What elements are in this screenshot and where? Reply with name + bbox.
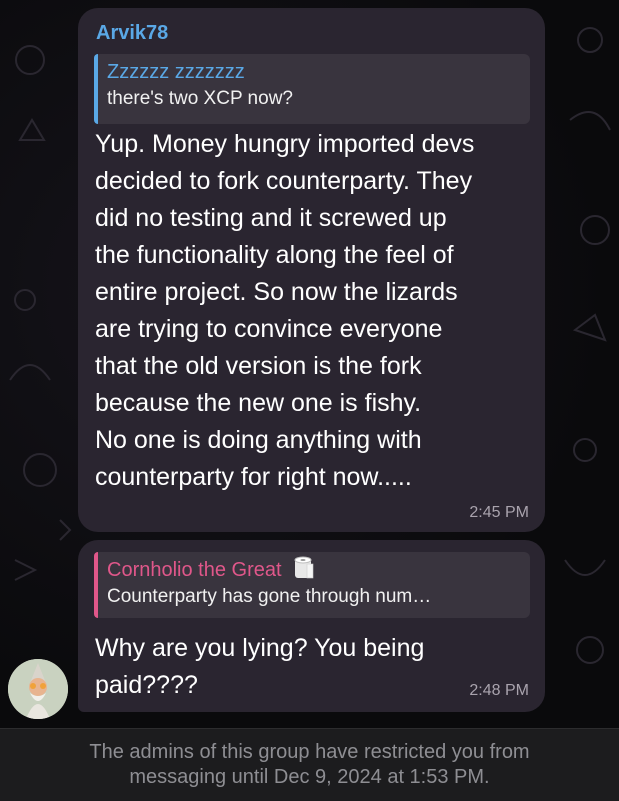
message-bubble[interactable]: Arvik78 Zzzzzz zzzzzzz there's two XCP n… — [78, 8, 545, 532]
chat-background: Arvik78 Zzzzzz zzzzzzz there's two XCP n… — [0, 0, 619, 728]
reply-text: Counterparty has gone through num… — [107, 586, 432, 607]
reply-author: Cornholio the Great — [107, 559, 282, 581]
sender-name[interactable]: Arvik78 — [96, 22, 168, 45]
message-time: 2:48 PM — [469, 682, 529, 699]
reply-quote[interactable]: Cornholio the Great Counterparty has gon… — [94, 552, 530, 618]
message-time: 2:45 PM — [469, 504, 529, 521]
reply-quote[interactable]: Zzzzzz zzzzzzz there's two XCP now? — [94, 54, 530, 124]
reply-author: Zzzzzz zzzzzzz — [107, 61, 245, 83]
avatar[interactable] — [8, 659, 68, 719]
toilet-paper-icon — [294, 556, 314, 579]
restriction-banner: The admins of this group have restricted… — [0, 728, 619, 801]
reply-author-row: Cornholio the Great — [107, 556, 520, 584]
message-text: Why are you lying? You being paid???? — [95, 634, 425, 699]
reply-text: there's two XCP now? — [107, 88, 293, 109]
avatar-image — [8, 659, 68, 719]
message-bubble[interactable]: Cornholio the Great Counterparty has gon… — [78, 540, 545, 712]
message-text: Yup. Money hungry imported devs decided … — [95, 130, 475, 491]
restriction-notice: The admins of this group have restricted… — [89, 741, 530, 788]
